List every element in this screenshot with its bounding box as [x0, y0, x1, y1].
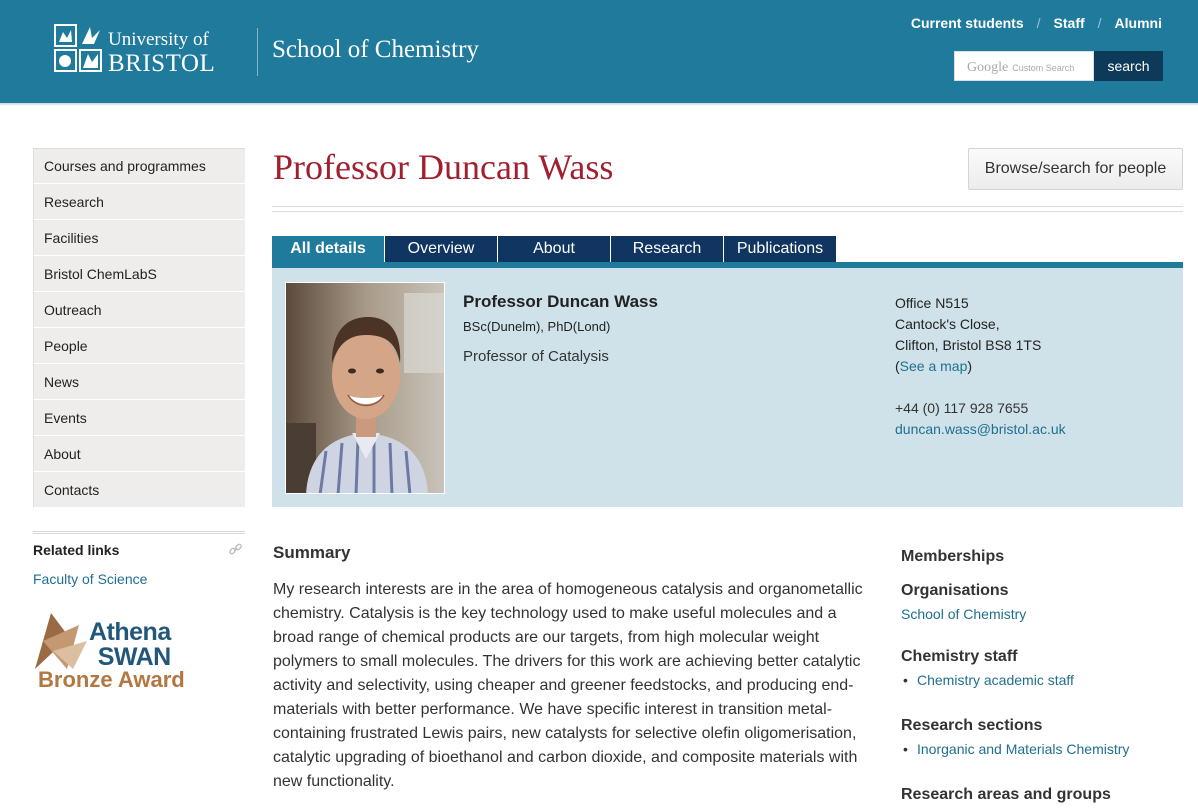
- related-links: Related links Faculty of Science: [33, 531, 245, 587]
- school-title[interactable]: School of Chemistry: [272, 36, 479, 64]
- profile-role: Professor of Catalysis: [463, 348, 609, 365]
- left-navigation: Courses and programmes Research Faciliti…: [33, 148, 245, 508]
- search-input[interactable]: Google Custom Search: [954, 51, 1094, 81]
- tab-about[interactable]: About: [498, 236, 611, 262]
- athena-swan-award-logo[interactable]: Athena SWAN Bronze Award: [33, 609, 193, 692]
- top-links: Current students / Staff / Alumni: [911, 15, 1162, 31]
- top-link-alumni[interactable]: Alumni: [1115, 15, 1162, 31]
- athena-swan-text: Athena SWAN: [89, 620, 171, 670]
- nav-item-people[interactable]: People: [33, 328, 245, 364]
- research-areas-heading: Research areas and groups: [901, 786, 1111, 803]
- link-icon: [228, 542, 243, 560]
- tab-research[interactable]: Research: [611, 236, 724, 262]
- tab-overview[interactable]: Overview: [385, 236, 498, 262]
- nav-item-research[interactable]: Research: [33, 184, 245, 220]
- contact-email-link[interactable]: duncan.wass@bristol.ac.uk: [895, 419, 1066, 440]
- nav-item-chemlabs[interactable]: Bristol ChemLabS: [33, 256, 245, 292]
- research-sections-heading: Research sections: [901, 717, 1043, 734]
- address-line-2: Cantock's Close,: [895, 316, 1000, 332]
- list-item-inorganic-materials-chemistry[interactable]: Inorganic and Materials Chemistry: [901, 741, 1183, 757]
- nav-item-contacts[interactable]: Contacts: [33, 472, 245, 508]
- see-a-map-link[interactable]: See a map: [900, 358, 968, 374]
- chemistry-staff-heading: Chemistry staff: [901, 648, 1018, 665]
- browse-search-people-button[interactable]: Browse/search for people: [968, 148, 1183, 190]
- logo-line-2: BRISTOL: [108, 50, 216, 77]
- nav-item-facilities[interactable]: Facilities: [33, 220, 245, 256]
- research-sections-list: Inorganic and Materials Chemistry: [901, 741, 1183, 757]
- organisation-link-school-of-chemistry[interactable]: School of Chemistry: [901, 606, 1183, 622]
- award-line-3: Bronze Award: [38, 667, 185, 692]
- contact-address: Office N515 Cantock's Close, Clifton, Br…: [895, 293, 1041, 377]
- tab-publications[interactable]: Publications: [724, 236, 837, 262]
- organisations-heading: Organisations: [901, 582, 1009, 599]
- search-button[interactable]: search: [1094, 51, 1163, 81]
- athena-swan-emblem-icon: [35, 613, 87, 669]
- header-divider: [257, 28, 258, 76]
- search-placeholder: Google Custom Search: [967, 60, 1074, 76]
- chemistry-staff-block: Chemistry staff Chemistry academic staff: [901, 648, 1183, 688]
- search-brand-label: Google: [967, 60, 1009, 75]
- header-shadow: [0, 103, 1198, 106]
- summary-heading: Summary: [273, 543, 351, 562]
- summary-text: My research interests are in the area of…: [273, 581, 863, 790]
- profile-photo: [285, 282, 445, 494]
- nav-item-news[interactable]: News: [33, 364, 245, 400]
- related-link-faculty-of-science[interactable]: Faculty of Science: [33, 571, 245, 587]
- award-line-1: Athena: [89, 618, 171, 646]
- address-line-3: Clifton, Bristol BS8 1TS: [895, 337, 1042, 353]
- memberships-heading: Memberships: [901, 548, 1005, 565]
- search-hint-label: Custom Search: [1012, 63, 1075, 73]
- profile-qualifications: BSc(Dunelm), PhD(Lond): [463, 319, 611, 334]
- top-link-separator: /: [1036, 15, 1041, 31]
- tab-all-details[interactable]: All details: [272, 236, 385, 262]
- profile-name: Professor Duncan Wass: [463, 292, 658, 311]
- top-link-staff[interactable]: Staff: [1054, 15, 1085, 31]
- logo-line-1: University of: [108, 29, 209, 50]
- site-header: University of BRISTOL School of Chemistr…: [0, 0, 1198, 103]
- research-sections-block: Research sections Inorganic and Material…: [901, 717, 1183, 757]
- page-title: Professor Duncan Wass: [273, 147, 614, 187]
- top-link-separator: /: [1097, 15, 1102, 31]
- title-divider: [272, 206, 1183, 212]
- nav-item-outreach[interactable]: Outreach: [33, 292, 245, 328]
- profile-tabs: All details Overview About Research Publ…: [272, 236, 837, 262]
- related-links-title: Related links: [33, 542, 120, 558]
- nav-item-courses[interactable]: Courses and programmes: [33, 148, 245, 184]
- map-link-close-paren: ): [967, 358, 973, 374]
- university-crest-icon[interactable]: [54, 24, 102, 72]
- nav-item-events[interactable]: Events: [33, 400, 245, 436]
- organisations-block: Organisations School of Chemistry: [901, 582, 1183, 622]
- map-link-line: (See a map): [895, 356, 1041, 377]
- list-item-chemistry-academic-staff[interactable]: Chemistry academic staff: [901, 672, 1183, 688]
- research-areas-block: Research areas and groups: [901, 786, 1183, 804]
- nav-item-about[interactable]: About: [33, 436, 245, 472]
- contact-details: +44 (0) 117 928 7655 duncan.wass@bristol…: [895, 398, 1066, 440]
- university-logo-text[interactable]: University of BRISTOL: [108, 30, 215, 76]
- top-link-current-students[interactable]: Current students: [911, 15, 1024, 31]
- contact-phone: +44 (0) 117 928 7655: [895, 400, 1029, 416]
- chemistry-staff-list: Chemistry academic staff: [901, 672, 1183, 688]
- address-line-1: Office N515: [895, 295, 969, 311]
